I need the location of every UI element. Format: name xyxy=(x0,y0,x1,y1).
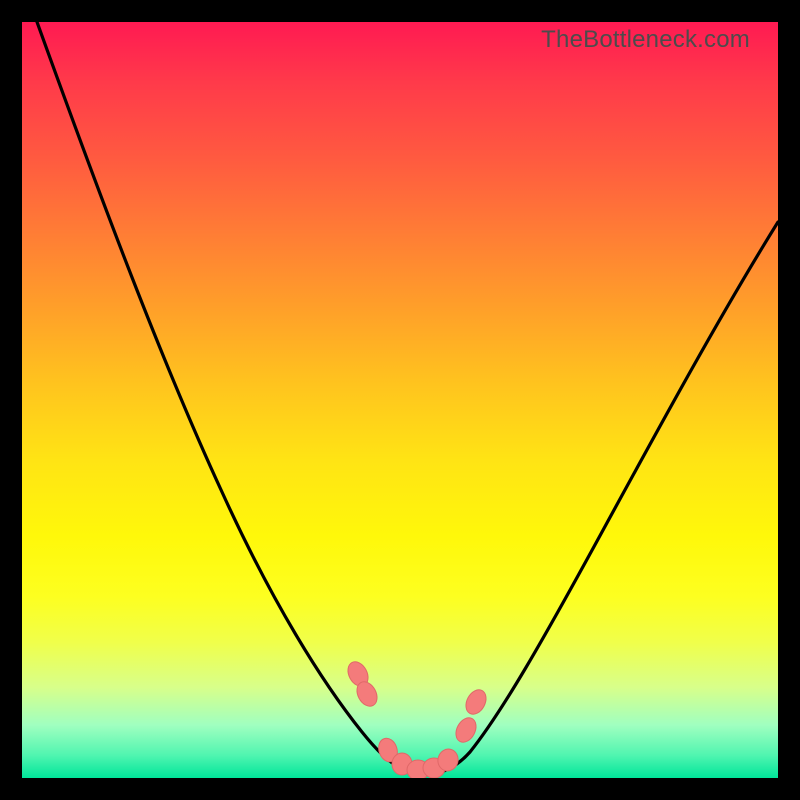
chart-frame: TheBottleneck.com xyxy=(0,0,800,800)
trough-markers xyxy=(344,658,490,778)
curve-path xyxy=(37,22,778,774)
plot-area: TheBottleneck.com xyxy=(22,22,778,778)
bottleneck-curve xyxy=(22,22,778,778)
watermark-text: TheBottleneck.com xyxy=(541,26,750,54)
